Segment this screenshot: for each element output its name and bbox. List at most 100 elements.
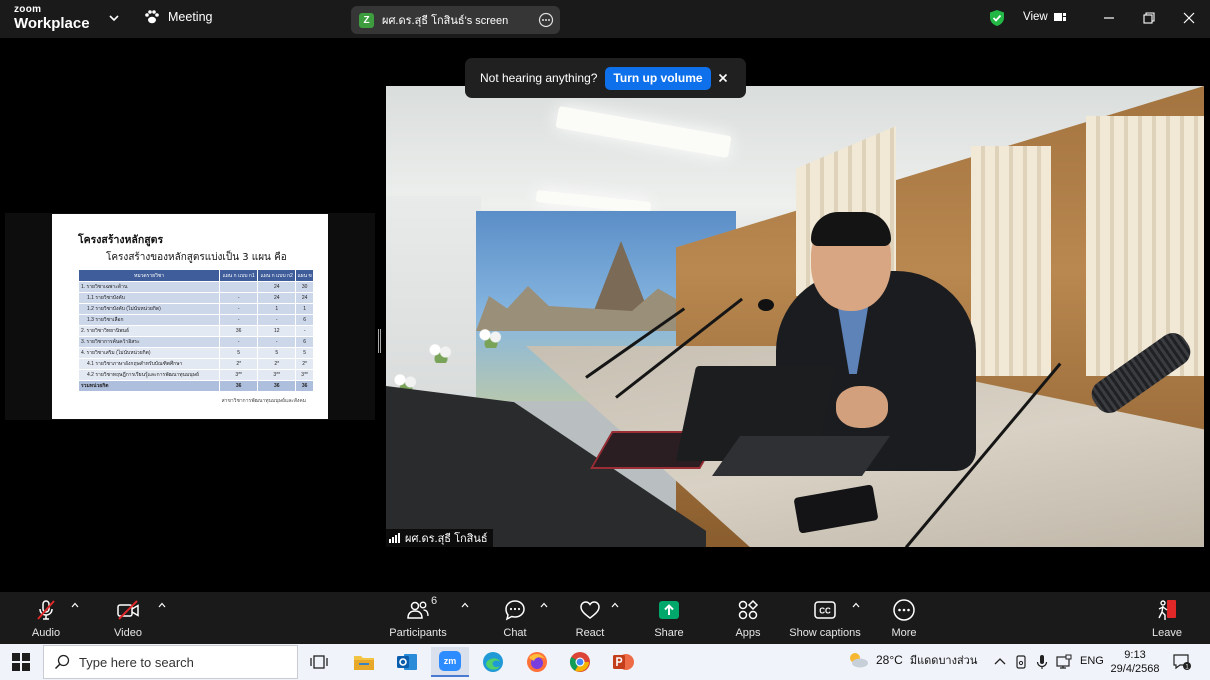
weather-widget[interactable]: 28°C มีแดดบางส่วน <box>847 651 977 669</box>
close-icon[interactable] <box>1179 8 1199 28</box>
video-scene-person-hand <box>836 386 888 428</box>
windows-taskbar: zm 28°C มีแดดบางส่วน ENG 9:13 29/4/2568 … <box>0 644 1210 680</box>
table-cell: - <box>257 314 297 326</box>
task-view-button[interactable] <box>300 647 338 677</box>
table-cell: 1 <box>257 303 297 315</box>
shared-screen-indicator[interactable]: Z ผศ.ดร.สุธี โกสินธ์'s screen <box>351 6 560 34</box>
share-button[interactable]: Share <box>634 598 704 642</box>
notification-text: Not hearing anything? <box>480 71 598 85</box>
table-row: 1.2 รายวิชาบังคับ (ไม่นับหน่วยกิต) -1 1 <box>77 303 314 315</box>
minimize-icon[interactable] <box>1099 8 1119 28</box>
paw-icon <box>145 10 159 24</box>
folder-icon <box>354 656 374 670</box>
splitter-handle[interactable] <box>378 329 381 353</box>
table-cell: 1.1 รายวิชาบังคับ <box>77 292 221 304</box>
react-options-caret-icon[interactable] <box>611 601 619 609</box>
audio-notification: Not hearing anything? Turn up volume <box>465 58 746 98</box>
audio-options-caret-icon[interactable] <box>71 601 79 609</box>
table-total-row: รวมหน่วยกิต 36 36 36 <box>77 380 314 392</box>
table-cell: 4.2 รายวิชาทฤษฎีการเรียนรู้และการพัฒนาทุ… <box>77 369 221 381</box>
zoom-workplace-logo[interactable]: zoom Workplace <box>14 4 90 32</box>
participants-options-caret-icon[interactable] <box>461 601 469 609</box>
table-cell: รวมหน่วยกิต <box>77 380 221 392</box>
meeting-menu[interactable]: Meeting <box>144 10 212 24</box>
system-clock[interactable]: 9:13 29/4/2568 <box>1110 648 1160 677</box>
windows-start-icon[interactable] <box>12 653 30 671</box>
table-cell: 3. รายวิชาการค้นคว้าอิสระ <box>77 336 221 348</box>
table-cell: - <box>219 314 259 326</box>
table-header: แผน ข <box>295 269 314 282</box>
table-cell: 2* <box>219 358 259 370</box>
logo-line1: zoom <box>14 4 42 15</box>
notifications-icon[interactable]: 1 <box>1172 653 1192 671</box>
close-notification-icon[interactable] <box>716 71 730 85</box>
video-options-caret-icon[interactable] <box>158 601 166 609</box>
video-scene-mic-head <box>758 299 774 311</box>
view-label: View <box>1023 11 1048 23</box>
edge-button[interactable] <box>474 647 512 677</box>
show-hidden-icons-chevron-icon[interactable] <box>992 654 1008 670</box>
video-scene-curtain <box>1086 116 1204 376</box>
powerpoint-button[interactable] <box>604 647 642 677</box>
table-cell: 5 <box>295 347 314 359</box>
taskbar-search-box[interactable] <box>43 645 298 679</box>
input-language[interactable]: ENG <box>1080 655 1104 667</box>
firefox-button[interactable] <box>518 647 556 677</box>
participants-label: Participants <box>389 627 447 639</box>
microphone-tray-icon[interactable] <box>1034 654 1050 670</box>
video-off-icon <box>117 600 139 620</box>
file-explorer-button[interactable] <box>345 647 383 677</box>
react-label: React <box>575 627 605 639</box>
participant-video[interactable] <box>386 86 1204 547</box>
chrome-button[interactable] <box>561 647 599 677</box>
table-cell: 4.1 รายวิชาภาษาอังกฤษสำหรับบัณฑิตศึกษา <box>77 358 221 370</box>
table-row: 3. รายวิชาการค้นคว้าอิสระ - -6 <box>77 336 314 348</box>
network-icon[interactable] <box>1056 654 1072 670</box>
more-options-icon[interactable] <box>538 12 554 28</box>
apps-button[interactable]: Apps <box>713 598 783 642</box>
chat-options-caret-icon[interactable] <box>540 601 548 609</box>
video-button[interactable]: Video <box>93 598 163 642</box>
show-captions-button[interactable]: CC Show captions <box>789 598 861 642</box>
share-label: Share <box>654 627 684 639</box>
table-cell: 3** <box>295 369 314 381</box>
chat-icon <box>505 600 525 621</box>
outlook-button[interactable] <box>388 647 426 677</box>
captions-options-caret-icon[interactable] <box>852 601 860 609</box>
view-menu[interactable]: View <box>1023 11 1066 23</box>
clock-date: 29/4/2568 <box>1110 663 1160 676</box>
table-cell: 1.2 รายวิชาบังคับ (ไม่นับหน่วยกิต) <box>77 303 221 315</box>
captions-label: Show captions <box>789 627 861 639</box>
task-view-icon <box>310 655 328 669</box>
shared-screen-view[interactable]: โครงสร้างหลักสูตร โครงสร้างของหลักสูตรแบ… <box>5 213 375 420</box>
table-row: 1.3 รายวิชาเลือก - -6 <box>77 314 314 326</box>
participants-button[interactable]: Participants <box>383 598 453 642</box>
top-bar: zoom Workplace Meeting Z ผศ.ดร.สุธี โกสิ… <box>0 0 1210 38</box>
meeting-label: Meeting <box>168 10 213 24</box>
table-cell: 5 <box>219 347 259 359</box>
turn-up-volume-button[interactable]: Turn up volume <box>605 66 711 90</box>
weather-description: มีแดดบางส่วน <box>909 654 978 667</box>
encryption-shield-icon[interactable] <box>989 9 1005 27</box>
table-cell <box>219 281 259 293</box>
device-icon[interactable] <box>1013 654 1029 670</box>
chevron-down-icon[interactable] <box>108 12 120 24</box>
video-scene-flowers <box>426 341 456 363</box>
table-cell: 3** <box>257 369 297 381</box>
table-row: 4. รายวิชาเสริม (ไม่นับหน่วยกิต) 5 5 5 <box>77 347 314 359</box>
table-cell: 36 <box>257 380 297 392</box>
meeting-controls: Audio Video Participants 6 Chat React Sh… <box>0 592 1210 644</box>
restore-icon[interactable] <box>1139 8 1159 28</box>
leave-button[interactable]: Leave <box>1132 598 1202 642</box>
slide-subtitle: โครงสร้างของหลักสูตรแบ่งเป็น 3 แผน คือ <box>106 252 287 263</box>
search-icon <box>54 654 70 670</box>
table-cell: 24 <box>295 292 314 304</box>
more-button[interactable]: More <box>869 598 939 642</box>
table-header-row: หมวดรายวิชา แผน ก แบบ ก1 แผน ก แบบ ก2 แผ… <box>77 269 314 282</box>
firefox-icon <box>527 652 547 672</box>
curriculum-table: หมวดรายวิชา แผน ก แบบ ก1 แผน ก แบบ ก2 แผ… <box>77 269 314 392</box>
zoom-taskbar-button[interactable]: zm <box>431 647 469 677</box>
table-cell: - <box>219 336 259 348</box>
search-input[interactable] <box>79 654 279 670</box>
table-cell: 6 <box>295 314 314 326</box>
